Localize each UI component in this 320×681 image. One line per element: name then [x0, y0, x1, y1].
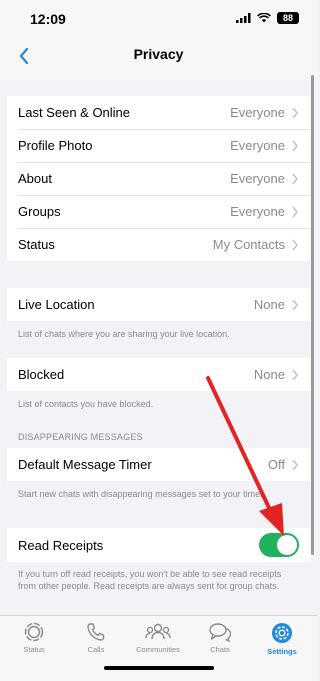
row-status[interactable]: Status My Contacts [7, 228, 310, 261]
row-label: Profile Photo [18, 138, 93, 153]
row-value: Everyone [230, 171, 285, 186]
phone-screen: 12:09 88 Privacy Last Seen & Online Ever… [0, 0, 317, 681]
disappearing-section-header: DISAPPEARING MESSAGES [18, 432, 143, 442]
row-value: None [253, 297, 285, 312]
row-value: My Contacts [212, 237, 285, 252]
page-title: Privacy [133, 46, 184, 62]
row-profile-photo[interactable]: Profile Photo Everyone [7, 129, 310, 162]
row-default-message-timer[interactable]: Default Message Timer Off [7, 448, 310, 481]
row-value: None [253, 367, 285, 382]
wifi-icon [257, 13, 271, 23]
communities-icon [145, 623, 171, 640]
row-value: Everyone [230, 138, 285, 153]
tab-calls[interactable]: Calls [71, 622, 121, 654]
signal-icon [236, 13, 251, 23]
row-last-seen[interactable]: Last Seen & Online Everyone [7, 96, 310, 129]
status-icons: 88 [236, 12, 299, 24]
chevron-right-icon [292, 173, 299, 184]
chevron-right-icon [292, 459, 299, 470]
row-read-receipts: Read Receipts [7, 528, 310, 562]
row-label: Blocked [18, 367, 65, 382]
row-value: Everyone [230, 105, 285, 120]
row-label: Default Message Timer [18, 457, 152, 472]
status-bar: 12:09 88 [0, 0, 317, 36]
gear-icon [272, 623, 292, 643]
tab-chats[interactable]: Chats [195, 622, 245, 654]
row-groups[interactable]: Groups Everyone [7, 195, 310, 228]
row-label: Read Receipts [18, 537, 104, 553]
row-label: Live Location [18, 297, 95, 312]
chats-icon [209, 623, 232, 642]
battery-level: 88 [282, 13, 293, 23]
read-receipts-group: Read Receipts [7, 528, 310, 562]
chevron-right-icon [292, 107, 299, 118]
chevron-right-icon [292, 140, 299, 151]
live-location-group: Live Location None [7, 288, 310, 321]
chevron-right-icon [292, 239, 299, 250]
toggle-knob [277, 535, 297, 555]
tab-bar: Status Calls Communities Chats Settings [0, 615, 317, 681]
tab-settings[interactable]: Settings [257, 622, 307, 656]
read-receipts-note: If you turn off read receipts, you won't… [18, 569, 282, 591]
privacy-group: Last Seen & Online Everyone Profile Phot… [7, 96, 310, 261]
status-time: 12:09 [30, 11, 66, 27]
tab-status[interactable]: Status [9, 622, 59, 654]
chevron-right-icon [292, 299, 299, 310]
navigation-bar: Privacy [0, 36, 317, 80]
row-label: About [18, 171, 52, 186]
tab-communities[interactable]: Communities [133, 622, 183, 654]
disappearing-note: Start new chats with disappearing messag… [18, 489, 266, 499]
tab-label: Communities [136, 645, 180, 654]
tab-label: Settings [267, 647, 297, 656]
chevron-right-icon [292, 369, 299, 380]
row-label: Status [18, 237, 55, 252]
chevron-right-icon [292, 206, 299, 217]
settings-list: Last Seen & Online Everyone Profile Phot… [0, 80, 317, 615]
row-live-location[interactable]: Live Location None [7, 288, 310, 321]
blocked-group: Blocked None [7, 358, 310, 391]
row-about[interactable]: About Everyone [7, 162, 310, 195]
scrollbar[interactable] [311, 75, 314, 555]
battery-icon: 88 [277, 12, 299, 24]
blocked-note: List of contacts you have blocked. [18, 399, 154, 409]
row-label: Groups [18, 204, 61, 219]
tab-label: Chats [210, 645, 230, 654]
phone-icon [87, 623, 105, 641]
tab-label: Calls [87, 645, 105, 654]
disappearing-group: Default Message Timer Off [7, 448, 310, 481]
row-value: Everyone [230, 204, 285, 219]
home-indicator [104, 666, 214, 670]
row-label: Last Seen & Online [18, 105, 131, 120]
row-blocked[interactable]: Blocked None [7, 358, 310, 391]
row-value: Off [267, 457, 285, 472]
status-icon [24, 622, 44, 642]
live-location-note: List of chats where you are sharing your… [18, 329, 230, 339]
tab-label: Status [23, 645, 45, 654]
read-receipts-toggle[interactable] [259, 533, 299, 557]
